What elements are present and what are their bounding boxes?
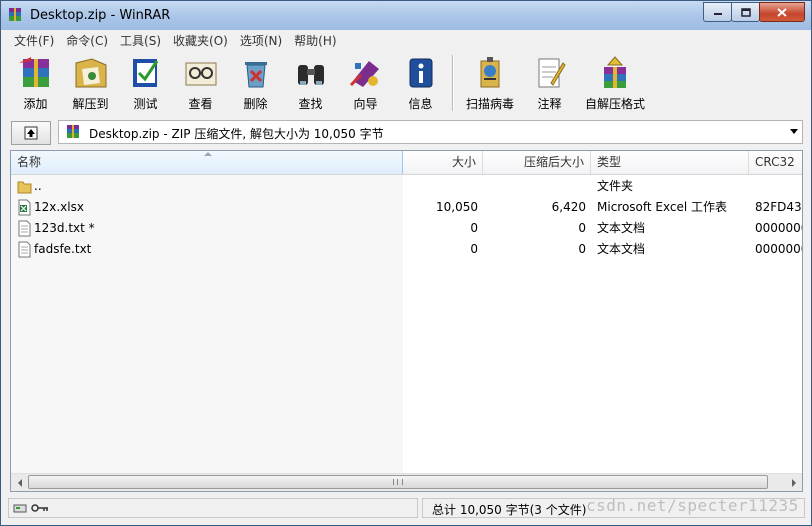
status-left-pane [8, 498, 418, 518]
delete-button[interactable]: 删除 [228, 51, 283, 112]
column-crc-label: CRC32 [755, 155, 795, 169]
menu-bar: 文件(F) 命令(C) 工具(S) 收藏夹(O) 选项(N) 帮助(H) [8, 31, 805, 50]
up-arrow-icon [24, 126, 38, 140]
sort-ascending-icon [204, 152, 212, 156]
watermark: csdn.net/specter11235 [586, 496, 799, 515]
address-text: Desktop.zip - ZIP 压缩文件, 解包大小为 10,050 字节 [89, 127, 384, 141]
column-header-size[interactable]: 大小 [403, 151, 483, 174]
column-size-label: 大小 [451, 155, 476, 169]
file-packed [483, 176, 586, 197]
key-icon [31, 504, 48, 512]
file-row[interactable]: 12x.xlsx 10,050 6,420 Microsoft Excel 工作… [11, 197, 802, 218]
add-archive-icon [18, 57, 49, 87]
sfx-icon [604, 56, 626, 88]
file-crc: 82FD43E [755, 200, 802, 214]
minimize-button[interactable] [703, 2, 732, 22]
file-name: fadsfe.txt [34, 242, 92, 256]
maximize-button[interactable] [731, 2, 760, 22]
file-crc: 0000000 [755, 221, 802, 235]
toolbar: 添加 解压到 测试 查看 删除 查找 向导 信息 扫描病毒 注释 自解压格式 [8, 51, 805, 115]
file-type: 文本文档 [597, 221, 646, 235]
close-button[interactable] [759, 2, 805, 22]
scroll-left-button[interactable] [12, 475, 27, 490]
file-crc [755, 176, 802, 197]
file-size [403, 176, 478, 197]
archive-icon [67, 125, 79, 138]
sfx-button[interactable]: 自解压格式 [577, 51, 653, 112]
file-size: 10,050 [436, 200, 478, 214]
virus-scan-button[interactable]: 扫描病毒 [458, 51, 522, 112]
drive-icon [13, 504, 27, 513]
file-packed: 6,420 [551, 200, 586, 214]
file-size: 0 [470, 242, 478, 256]
list-header: 名称 大小 压缩后大小 类型 CRC32 [11, 151, 802, 175]
extract-to-icon [75, 58, 106, 88]
arrow-left-icon [17, 478, 22, 487]
file-type: Microsoft Excel 工作表 [597, 200, 728, 214]
text-file-icon [18, 220, 31, 237]
comment-button[interactable]: 注释 [522, 51, 577, 112]
column-type-label: 类型 [597, 155, 622, 169]
find-button[interactable]: 查找 [283, 51, 338, 112]
file-type: 文本文档 [597, 242, 646, 256]
test-button[interactable]: 测试 [118, 51, 173, 112]
menu-commands[interactable]: 命令(C) [60, 32, 114, 49]
file-name: 123d.txt * [34, 221, 95, 235]
scrollbar-thumb[interactable] [28, 475, 768, 489]
column-header-type[interactable]: 类型 [591, 151, 749, 174]
menu-favorites[interactable]: 收藏夹(O) [167, 32, 234, 49]
comment-icon [538, 58, 566, 88]
info-icon [409, 58, 432, 88]
column-packed-label: 压缩后大小 [523, 155, 584, 169]
extract-to-button[interactable]: 解压到 [63, 51, 118, 112]
test-icon [132, 59, 158, 87]
address-bar: Desktop.zip - ZIP 压缩文件, 解包大小为 10,050 字节 [8, 118, 805, 147]
up-folder-button[interactable] [11, 121, 51, 145]
wizard-icon [349, 61, 379, 87]
view-button[interactable]: 查看 [173, 51, 228, 112]
file-list[interactable]: 名称 大小 压缩后大小 类型 CRC32 .. 文件夹 12x.xlsx 10,… [10, 150, 803, 492]
menu-tools[interactable]: 工具(S) [114, 32, 167, 49]
menu-help[interactable]: 帮助(H) [288, 32, 342, 49]
scroll-right-button[interactable] [786, 475, 801, 490]
file-row[interactable]: fadsfe.txt 0 0 文本文档 0000000 [11, 239, 802, 260]
file-packed: 0 [578, 221, 586, 235]
excel-file-icon [18, 199, 31, 216]
winrar-app-icon [9, 8, 21, 21]
title-bar[interactable]: Desktop.zip - WinRAR [1, 1, 811, 30]
arrow-right-icon [791, 478, 796, 487]
toolbar-separator [452, 55, 454, 111]
menu-file[interactable]: 文件(F) [8, 32, 60, 49]
file-packed: 0 [578, 242, 586, 256]
file-crc: 0000000 [755, 242, 802, 256]
menu-options[interactable]: 选项(N) [234, 32, 288, 49]
folder-icon [17, 181, 32, 194]
file-row[interactable]: 123d.txt * 0 0 文本文档 0000000 [11, 218, 802, 239]
file-type: 文件夹 [597, 179, 634, 193]
grip-icon [393, 479, 403, 485]
text-file-icon [18, 241, 31, 258]
find-icon [297, 65, 324, 85]
info-button[interactable]: 信息 [393, 51, 448, 112]
chevron-down-icon[interactable] [790, 129, 798, 134]
column-header-packed[interactable]: 压缩后大小 [483, 151, 591, 174]
winrar-window: Desktop.zip - WinRAR 文件(F) 命令(C) 工具(S) 收… [0, 0, 812, 526]
window-title: Desktop.zip - WinRAR [30, 8, 171, 23]
file-row-parent[interactable]: .. 文件夹 [11, 176, 802, 197]
address-combo[interactable]: Desktop.zip - ZIP 压缩文件, 解包大小为 10,050 字节 [58, 120, 803, 144]
column-name-label: 名称 [17, 155, 42, 169]
add-button[interactable]: 添加 [8, 51, 63, 112]
file-name: .. [34, 179, 42, 193]
virus-scan-icon [480, 57, 500, 88]
delete-icon [244, 62, 267, 88]
status-total: 总计 10,050 字节(3 个文件) [432, 503, 587, 517]
file-name: 12x.xlsx [34, 200, 84, 214]
view-icon [185, 62, 216, 86]
wizard-button[interactable]: 向导 [338, 51, 393, 112]
file-size: 0 [470, 221, 478, 235]
column-header-crc[interactable]: CRC32 [749, 151, 802, 174]
horizontal-scrollbar[interactable] [11, 473, 802, 491]
